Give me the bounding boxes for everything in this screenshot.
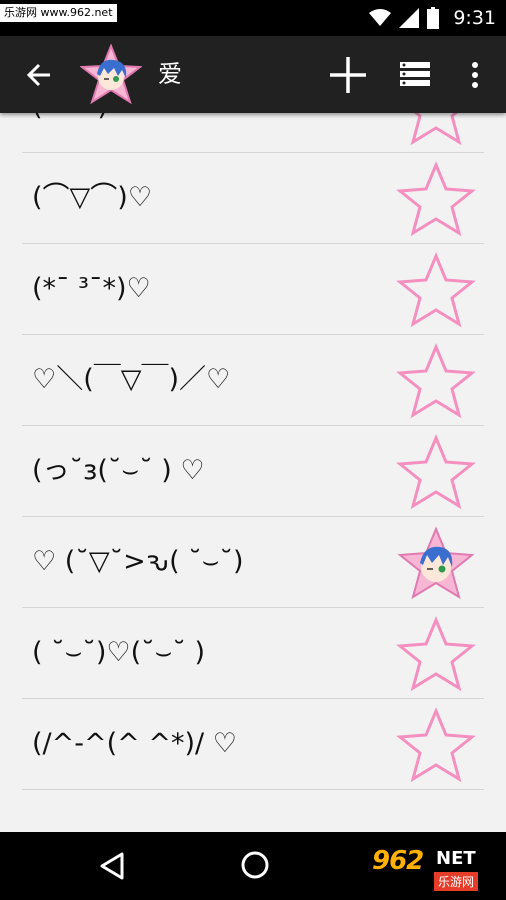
page-title: 爱 bbox=[158, 60, 182, 88]
star-outline-icon bbox=[410, 113, 462, 146]
star-outline-icon bbox=[396, 707, 476, 783]
navigation-bar: 962 NET 乐游网 bbox=[0, 832, 506, 900]
watermark-text: 乐游网 www.962.net bbox=[0, 4, 117, 22]
logo-number: 962 bbox=[372, 846, 424, 876]
add-button[interactable] bbox=[328, 55, 368, 95]
more-options-button[interactable] bbox=[463, 55, 487, 95]
circle-home-icon bbox=[241, 851, 269, 879]
list-item[interactable]: (/^-^(^ ^*)/ ♡ bbox=[22, 699, 484, 790]
app-bar: 爱 bbox=[0, 36, 506, 113]
kaomoji-text: ( ˘⌣˘)♡(˘⌣˘ ) bbox=[32, 637, 206, 668]
triangle-back-icon bbox=[100, 852, 124, 880]
nav-home-button[interactable] bbox=[238, 848, 272, 882]
kaomoji-text: ♡ (˘▽˘>ԅ( ˘⌣˘) bbox=[32, 546, 244, 577]
favorite-button[interactable] bbox=[396, 252, 476, 328]
star-outline-icon bbox=[396, 616, 476, 692]
kaomoji-text: (⌒▽⌒)♡ bbox=[32, 182, 153, 213]
kaomoji-list[interactable]: (¯ ³ ¯)ˇ (⌒▽⌒)♡ (*¯ ³¯*)♡ ♡＼(￣▽￣)／♡ (っ˘з(˘⌣˘… bbox=[0, 113, 506, 832]
kaomoji-text: (¯ ³ ¯)ˇ bbox=[32, 113, 122, 152]
kaomoji-text: (っ˘з(˘⌣˘ ) ♡ bbox=[32, 455, 205, 486]
anime-star-avatar-icon bbox=[80, 44, 142, 105]
star-outline-icon bbox=[396, 434, 476, 510]
favorite-button[interactable] bbox=[396, 343, 476, 419]
list-item[interactable]: (⌒▽⌒)♡ bbox=[22, 153, 484, 244]
list-item[interactable]: (*¯ ³¯*)♡ bbox=[22, 244, 484, 335]
status-bar: 乐游网 www.962.net 9:31 bbox=[0, 0, 506, 36]
favorite-button[interactable] bbox=[396, 113, 476, 146]
favorite-button[interactable] bbox=[396, 434, 476, 510]
star-outline-icon bbox=[396, 161, 476, 237]
wifi-icon bbox=[369, 9, 392, 26]
back-button[interactable] bbox=[20, 56, 58, 94]
nav-back-button[interactable] bbox=[96, 850, 128, 882]
arrow-back-icon bbox=[26, 63, 50, 87]
star-outline-icon bbox=[396, 252, 476, 328]
list-item[interactable]: ♡ (˘▽˘>ԅ( ˘⌣˘) bbox=[22, 517, 484, 608]
favorite-button-active[interactable] bbox=[396, 525, 476, 601]
list-container: (¯ ³ ¯)ˇ (⌒▽⌒)♡ (*¯ ³¯*)♡ ♡＼(￣▽￣)／♡ (っ˘з(˘⌣˘… bbox=[22, 113, 484, 790]
signal-icon bbox=[399, 8, 420, 28]
favorite-button[interactable] bbox=[396, 707, 476, 783]
more-vert-icon bbox=[472, 62, 478, 88]
status-icons: 9:31 bbox=[369, 0, 496, 36]
logo-subtitle: 乐游网 bbox=[434, 872, 479, 891]
plus-icon bbox=[330, 57, 366, 93]
status-time: 9:31 bbox=[453, 7, 496, 29]
site-logo: 962 NET 乐游网 bbox=[364, 846, 500, 894]
list-item[interactable]: (¯ ³ ¯)ˇ bbox=[22, 113, 484, 153]
favorite-button[interactable] bbox=[396, 161, 476, 237]
list-item[interactable]: (っ˘з(˘⌣˘ ) ♡ bbox=[22, 426, 484, 517]
kaomoji-text: (*¯ ³¯*)♡ bbox=[32, 273, 151, 304]
list-view-button[interactable] bbox=[398, 57, 434, 93]
logo-net: NET bbox=[436, 848, 476, 869]
list-item[interactable]: ( ˘⌣˘)♡(˘⌣˘ ) bbox=[22, 608, 484, 699]
list-icon bbox=[400, 62, 430, 86]
battery-icon bbox=[427, 7, 440, 29]
kaomoji-text: (/^-^(^ ^*)/ ♡ bbox=[32, 728, 237, 759]
list-item[interactable]: ♡＼(￣▽￣)／♡ bbox=[22, 335, 484, 426]
favorite-button[interactable] bbox=[396, 616, 476, 692]
kaomoji-text: ♡＼(￣▽￣)／♡ bbox=[32, 364, 231, 395]
star-outline-icon bbox=[396, 343, 476, 419]
anime-star-favorite-icon bbox=[397, 526, 475, 600]
